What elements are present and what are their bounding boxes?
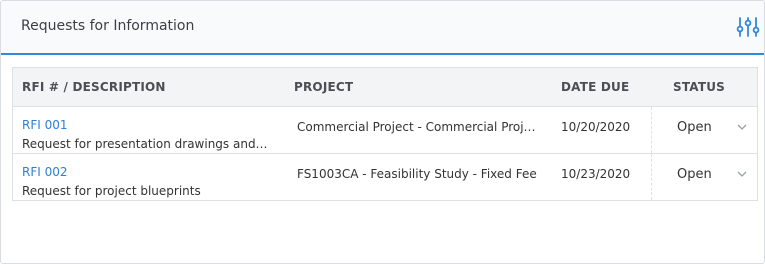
rfi-description: Request for presentation drawings and… <box>22 137 268 151</box>
status-dropdown[interactable]: Open <box>652 154 757 200</box>
panel-title: Requests for Information <box>21 18 195 34</box>
rfi-number-link[interactable]: RFI 001 <box>22 118 68 132</box>
project-name: Commercial Project - Commercial Proj… <box>297 120 536 134</box>
panel-header: Requests for Information <box>1 1 764 55</box>
table-row: RFI 001 Request for presentation drawing… <box>13 107 757 154</box>
rfi-panel: Requests for Information RFI # / DESCRIP… <box>0 0 765 264</box>
status-value: Open <box>677 120 712 135</box>
sliders-icon <box>736 17 760 37</box>
chevron-down-icon <box>737 171 747 177</box>
date-due: 10/23/2020 <box>561 167 631 181</box>
status-cell: Open <box>651 154 757 200</box>
date-due: 10/20/2020 <box>561 120 631 134</box>
column-header-project[interactable]: PROJECT <box>294 80 353 94</box>
table-header-row: RFI # / DESCRIPTION PROJECT DATE DUE STA… <box>13 68 757 107</box>
status-value: Open <box>677 167 712 182</box>
rfi-description: Request for project blueprints <box>22 184 201 198</box>
status-cell: Open <box>651 107 757 153</box>
column-header-rfi-description[interactable]: RFI # / DESCRIPTION <box>22 80 166 94</box>
status-dropdown[interactable]: Open <box>652 107 757 153</box>
column-header-status[interactable]: STATUS <box>673 80 725 94</box>
table-row: RFI 002 Request for project blueprints F… <box>13 154 757 201</box>
chevron-down-icon <box>737 124 747 130</box>
project-name: FS1003CA - Feasibility Study - Fixed Fee <box>297 167 537 181</box>
column-header-date-due[interactable]: DATE DUE <box>561 80 629 94</box>
column-settings-button[interactable] <box>736 15 760 39</box>
rfi-table: RFI # / DESCRIPTION PROJECT DATE DUE STA… <box>12 67 758 201</box>
rfi-number-link[interactable]: RFI 002 <box>22 165 68 179</box>
